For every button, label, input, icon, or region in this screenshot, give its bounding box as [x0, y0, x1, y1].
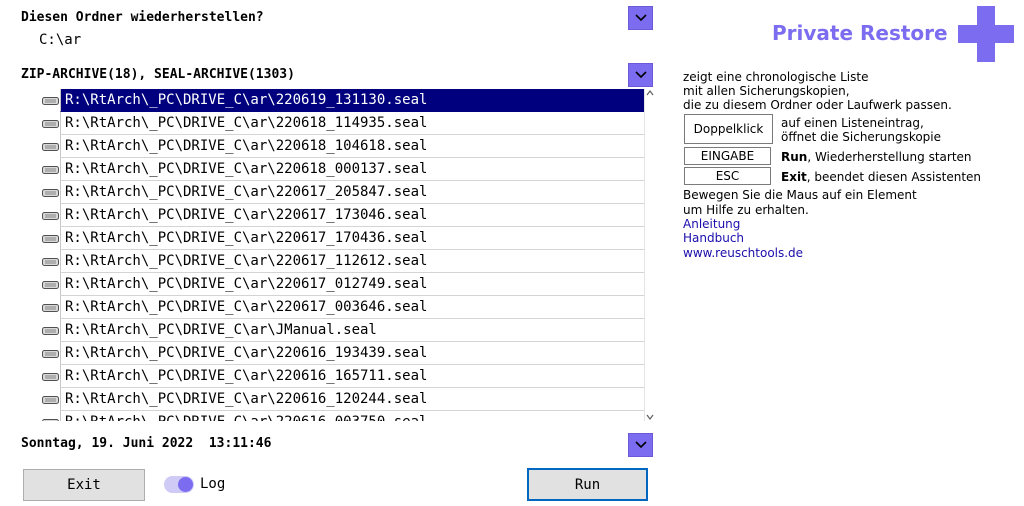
help-intro-2: mit allen Sicherungskopien, [683, 84, 850, 98]
drive-icon [42, 396, 59, 404]
key-doubleclick-desc-1: auf einen Listeneintrag, [781, 116, 924, 130]
list-item-label: R:\RtArch\_PC\DRIVE_C\ar\220617_173046.s… [60, 204, 644, 227]
restore-path: C:\ar [39, 32, 82, 48]
chevron-down-icon [634, 14, 647, 22]
chevron-down-icon [634, 441, 647, 449]
list-item[interactable]: R:\RtArch\_PC\DRIVE_C\ar\220616_193439.s… [39, 342, 644, 365]
drive-icon [42, 258, 59, 266]
current-datetime: Sonntag, 19. Juni 2022 13:11:46 [21, 436, 272, 451]
log-toggle[interactable] [164, 476, 194, 493]
drive-icon [42, 97, 59, 105]
link-handbuch[interactable]: Handbuch [683, 231, 744, 245]
list-item[interactable]: R:\RtArch\_PC\DRIVE_C\ar\220617_170436.s… [39, 227, 644, 250]
list-item-label: R:\RtArch\_PC\DRIVE_C\ar\220616_165711.s… [60, 365, 644, 388]
list-item-label: R:\RtArch\_PC\DRIVE_C\ar\220617_170436.s… [60, 227, 644, 250]
help-hover-1: Bewegen Sie die Maus auf ein Element [683, 188, 917, 202]
list-item-label: R:\RtArch\_PC\DRIVE_C\ar\220619_131130.s… [60, 89, 644, 112]
scroll-up-icon[interactable] [646, 89, 654, 97]
list-item[interactable]: R:\RtArch\_PC\DRIVE_C\ar\220619_131130.s… [39, 89, 644, 112]
date-dropdown-button[interactable] [628, 433, 653, 457]
list-scrollbar[interactable] [644, 89, 654, 421]
drive-icon [42, 350, 59, 358]
list-item[interactable]: R:\RtArch\_PC\DRIVE_C\ar\220616_120244.s… [39, 388, 644, 411]
key-esc-desc: Exit, beendet diesen Assistenten [781, 170, 982, 184]
archive-header: ZIP-ARCHIVE(18), SEAL-ARCHIVE(1303) [21, 67, 295, 82]
list-item-label: R:\RtArch\_PC\DRIVE_C\ar\220617_012749.s… [60, 273, 644, 296]
list-item[interactable]: R:\RtArch\_PC\DRIVE_C\ar\220618_000137.s… [39, 158, 644, 181]
list-item-label: R:\RtArch\_PC\DRIVE_C\ar\220617_205847.s… [60, 181, 644, 204]
path-dropdown-button[interactable] [628, 6, 653, 30]
drive-icon [42, 304, 59, 312]
list-item-label: R:\RtArch\_PC\DRIVE_C\ar\220618_114935.s… [60, 112, 644, 135]
key-esc: ESC [684, 167, 771, 185]
list-item[interactable]: R:\RtArch\_PC\DRIVE_C\ar\220617_003646.s… [39, 296, 644, 319]
chevron-down-icon [634, 71, 647, 79]
scroll-down-icon[interactable] [646, 413, 654, 421]
drive-icon [42, 419, 59, 421]
list-item-label: R:\RtArch\_PC\DRIVE_C\ar\220617_112612.s… [60, 250, 644, 273]
drive-icon [42, 281, 59, 289]
key-enter-desc: Run, Wiederherstellung starten [781, 150, 972, 164]
link-website[interactable]: www.reuschtools.de [683, 246, 803, 260]
help-hover-2: um Hilfe zu erhalten. [683, 203, 809, 217]
help-intro-3: die zu diesem Ordner oder Laufwerk passe… [683, 98, 952, 112]
drive-icon [42, 189, 59, 197]
list-item[interactable]: R:\RtArch\_PC\DRIVE_C\ar\220618_104618.s… [39, 135, 644, 158]
list-item-label: R:\RtArch\_PC\DRIVE_C\ar\220616_120244.s… [60, 388, 644, 411]
list-item[interactable]: R:\RtArch\_PC\DRIVE_C\ar\220617_012749.s… [39, 273, 644, 296]
app-brand-title: Private Restore [772, 21, 948, 45]
link-anleitung[interactable]: Anleitung [683, 217, 740, 231]
list-item-label: R:\RtArch\_PC\DRIVE_C\ar\220618_000137.s… [60, 158, 644, 181]
list-item[interactable]: R:\RtArch\_PC\DRIVE_C\ar\220617_112612.s… [39, 250, 644, 273]
list-item-label: R:\RtArch\_PC\DRIVE_C\ar\220616_193439.s… [60, 342, 644, 365]
list-item-label: R:\RtArch\_PC\DRIVE_C\ar\JManual.seal [60, 319, 644, 342]
drive-icon [42, 327, 59, 335]
log-label: Log [200, 476, 226, 492]
drive-icon [42, 166, 59, 174]
log-toggle-knob [178, 477, 193, 492]
drive-icon [42, 143, 59, 151]
archive-file-list[interactable]: R:\RtArch\_PC\DRIVE_C\ar\220619_131130.s… [39, 89, 654, 421]
drive-icon [42, 235, 59, 243]
list-item-label: R:\RtArch\_PC\DRIVE_C\ar\220617_003646.s… [60, 296, 644, 319]
help-intro-1: zeigt eine chronologische Liste [683, 70, 869, 84]
key-doubleclick-desc-2: öffnet die Sicherungskopie [781, 130, 942, 144]
list-item[interactable]: R:\RtArch\_PC\DRIVE_C\ar\220617_205847.s… [39, 181, 644, 204]
list-item[interactable]: R:\RtArch\_PC\DRIVE_C\ar\220616_003750.s… [39, 411, 644, 421]
exit-button[interactable]: Exit [23, 469, 145, 501]
drive-icon [42, 120, 59, 128]
list-item[interactable]: R:\RtArch\_PC\DRIVE_C\ar\220618_114935.s… [39, 112, 644, 135]
drive-icon [42, 373, 59, 381]
drive-icon [42, 212, 59, 220]
list-item[interactable]: R:\RtArch\_PC\DRIVE_C\ar\JManual.seal [39, 319, 644, 342]
restore-question: Diesen Ordner wiederherstellen? [21, 10, 264, 25]
list-item-label: R:\RtArch\_PC\DRIVE_C\ar\220618_104618.s… [60, 135, 644, 158]
archive-dropdown-button[interactable] [628, 63, 653, 87]
run-button[interactable]: Run [527, 468, 648, 501]
list-item[interactable]: R:\RtArch\_PC\DRIVE_C\ar\220616_165711.s… [39, 365, 644, 388]
key-enter: EINGABE [684, 147, 771, 165]
list-item[interactable]: R:\RtArch\_PC\DRIVE_C\ar\220617_173046.s… [39, 204, 644, 227]
plus-cross-icon [958, 6, 1014, 62]
key-doubleclick: Doppelklick [684, 114, 773, 144]
list-item-label: R:\RtArch\_PC\DRIVE_C\ar\220616_003750.s… [60, 411, 644, 421]
